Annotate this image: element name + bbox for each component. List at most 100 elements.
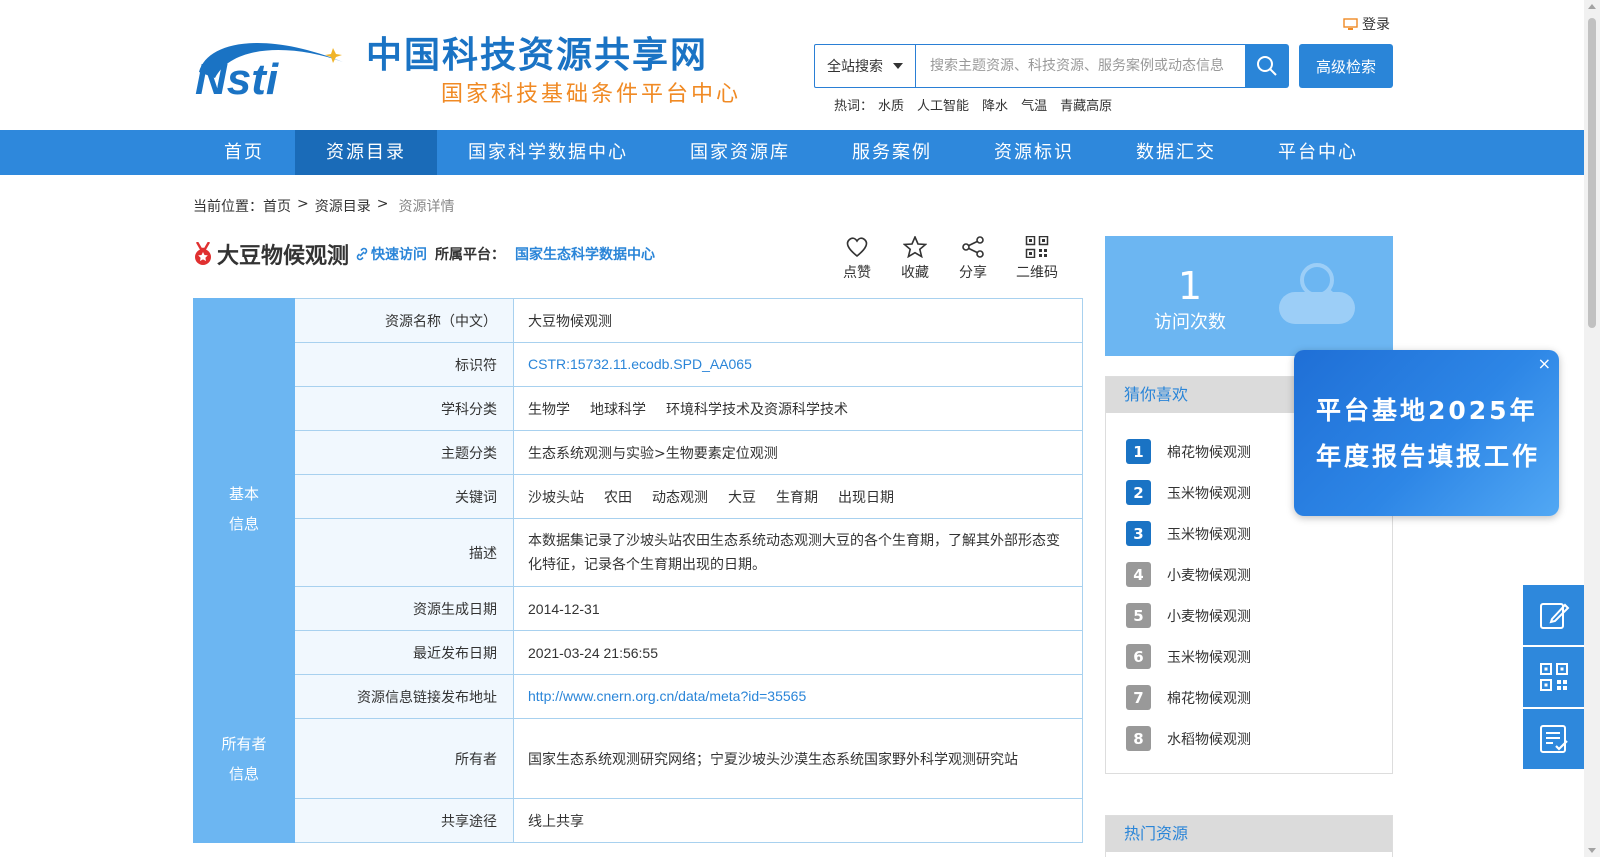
table-row: 资源生成日期 2014-12-31 <box>194 586 1083 631</box>
keyword-tag: 大豆 <box>728 489 756 506</box>
owner-value: 国家生态系统观测研究网络；宁夏沙坡头沙漠生态系统国家野外科学观测研究站 <box>513 718 1083 799</box>
announcement-popup[interactable]: × 平台基地2025年年度报告填报工作 <box>1294 350 1559 516</box>
resource-url-link[interactable]: http://www.cnern.org.cn/data/meta?id=355… <box>528 688 806 704</box>
list-item[interactable]: 4 小麦物候观测 <box>1126 554 1392 595</box>
keyword-tag: 沙坡头站 <box>528 489 584 506</box>
list-item[interactable]: 7 棉花物候观测 <box>1126 677 1392 718</box>
close-icon[interactable]: × <box>1538 354 1551 373</box>
rank-badge: 2 <box>1126 480 1151 505</box>
list-item-label: 水稻物候观测 <box>1167 731 1251 748</box>
search-button[interactable] <box>1245 44 1289 88</box>
rank-badge: 7 <box>1126 685 1151 710</box>
resource-title: 大豆物候观测 <box>217 244 350 269</box>
advanced-search-button[interactable]: 高级检索 <box>1299 44 1393 88</box>
logo-text: Nsti <box>195 55 279 98</box>
nav-item-resource-bank[interactable]: 国家资源库 <box>659 130 821 175</box>
scrollbar-thumb[interactable] <box>1588 18 1596 328</box>
list-item-label: 玉米物候观测 <box>1167 526 1251 543</box>
quick-access-link[interactable]: 快速访问 <box>355 244 427 264</box>
visit-count: 1 <box>1177 264 1203 308</box>
share-icon <box>962 236 984 258</box>
nav-item-home[interactable]: 首页 <box>193 130 295 175</box>
nav-item-catalog[interactable]: 资源目录 <box>295 130 437 175</box>
row-label: 学科分类 <box>294 386 514 431</box>
identifier-link[interactable]: CSTR:15732.11.ecodb.SPD_AA065 <box>528 356 752 372</box>
keyword-tag: 生育期 <box>776 489 818 506</box>
table-row: 最近发布日期 2021-03-24 21:56:55 <box>194 630 1083 675</box>
quick-access-label: 快速访问 <box>371 247 428 263</box>
table-row: 所有者 信息 所有者 国家生态系统观测研究网络；宁夏沙坡头沙漠生态系统国家野外科学… <box>193 718 1083 799</box>
checklist-icon <box>1539 725 1568 753</box>
like-button[interactable]: 点赞 <box>843 236 871 282</box>
nav-item-data-center[interactable]: 国家科学数据中心 <box>437 130 659 175</box>
list-item[interactable]: 6 玉米物候观测 <box>1126 636 1392 677</box>
resource-info-table: 基本 信息 资源名称（中文） 大豆物候观测 标识符 CSTR:15732.11.e… <box>193 298 1083 843</box>
nav-item-platform-center[interactable]: 平台中心 <box>1247 130 1389 175</box>
list-item[interactable]: 8 水稻物候观测 <box>1126 718 1392 759</box>
hot-word[interactable]: 气温 <box>1021 95 1047 114</box>
list-item-label: 玉米物候观测 <box>1167 485 1251 502</box>
row-label: 资源名称（中文） <box>294 298 514 343</box>
nav-item-cases[interactable]: 服务案例 <box>821 130 963 175</box>
share-value: 线上共享 <box>513 798 1083 843</box>
page-scrollbar[interactable] <box>1584 0 1600 857</box>
visit-stats-icon <box>1279 263 1355 324</box>
breadcrumb-link-catalog[interactable]: 资源目录 <box>315 196 371 216</box>
hot-word[interactable]: 降水 <box>982 95 1008 114</box>
table-row: 学科分类 生物学 地球科学 环境科学技术及资源科学技术 <box>194 386 1083 431</box>
breadcrumb-current: 资源详情 <box>398 199 455 215</box>
resource-title-row: 大豆物候观测 快速访问 所属平台： 国家生态科学数据中心 <box>193 238 655 270</box>
table-row: 关键词 沙坡头站 农田 动态观测 大豆 生育期 出现日期 <box>194 474 1083 519</box>
favorite-label: 收藏 <box>901 265 929 281</box>
like-label: 点赞 <box>843 265 871 281</box>
nav-item-identifier[interactable]: 资源标识 <box>963 130 1105 175</box>
row-label: 关键词 <box>294 474 514 519</box>
create-date-value: 2014-12-31 <box>513 586 1083 631</box>
list-item[interactable]: 5 小麦物候观测 <box>1126 595 1392 636</box>
share-label: 分享 <box>959 265 987 281</box>
subject-values: 生物学 地球科学 环境科学技术及资源科学技术 <box>513 386 1083 431</box>
feedback-button[interactable] <box>1523 585 1584 645</box>
list-item-label: 棉花物候观测 <box>1167 690 1251 707</box>
subject-tag: 环境科学技术及资源科学技术 <box>666 401 848 418</box>
hot-word[interactable]: 人工智能 <box>917 95 969 114</box>
scroll-down-icon[interactable] <box>1588 848 1596 853</box>
row-label: 所有者 <box>294 718 514 799</box>
list-item-label: 棉花物候观测 <box>1167 444 1251 461</box>
list-item-label: 玉米物候观测 <box>1167 649 1251 666</box>
site-subtitle: 国家科技基础条件平台中心 <box>441 82 742 107</box>
table-row: 标识符 CSTR:15732.11.ecodb.SPD_AA065 <box>194 342 1083 387</box>
row-label: 共享途径 <box>294 798 514 843</box>
platform-link[interactable]: 国家生态科学数据中心 <box>515 244 655 264</box>
qrcode-float-button[interactable] <box>1523 647 1584 707</box>
nav-item-data-submission[interactable]: 数据汇交 <box>1105 130 1247 175</box>
search-scope-select[interactable]: 全站搜索 <box>815 45 916 87</box>
main-nav: 首页 资源目录 国家科学数据中心 国家资源库 服务案例 资源标识 数据汇交 平台… <box>0 130 1600 175</box>
survey-button[interactable] <box>1523 709 1584 769</box>
monitor-icon <box>1343 17 1358 30</box>
breadcrumb: 当前位置： 首页 > 资源目录 > 资源详情 <box>193 196 454 216</box>
hot-word[interactable]: 青藏高原 <box>1060 95 1112 114</box>
rank-badge: 3 <box>1126 521 1151 546</box>
breadcrumb-label: 当前位置： <box>193 199 263 215</box>
login-link[interactable]: 登录 <box>1343 14 1390 34</box>
rank-badge: 6 <box>1126 644 1151 669</box>
favorite-button[interactable]: 收藏 <box>901 236 929 282</box>
site-logo[interactable]: Nsti <box>193 32 358 98</box>
row-label: 资源生成日期 <box>294 586 514 631</box>
keyword-values: 沙坡头站 农田 动态观测 大豆 生育期 出现日期 <box>513 474 1083 519</box>
search-input[interactable] <box>916 46 1249 86</box>
visit-count-card: 1 访问次数 <box>1105 236 1393 356</box>
table-row: 描述 本数据集记录了沙坡头站农田生态系统动态观测大豆的各个生育期，了解其外部形态… <box>194 518 1083 587</box>
table-row: 资源信息链接发布地址 http://www.cnern.org.cn/data/… <box>194 674 1083 719</box>
list-item[interactable]: 3 玉米物候观测 <box>1126 513 1392 554</box>
share-button[interactable]: 分享 <box>959 236 987 282</box>
qrcode-button[interactable]: 二维码 <box>1016 236 1058 282</box>
search-scope-label: 全站搜索 <box>827 59 883 75</box>
hot-word[interactable]: 水质 <box>878 95 904 114</box>
group-owner-info: 所有者 信息 <box>193 718 295 799</box>
breadcrumb-separator: > <box>376 196 389 212</box>
scroll-up-icon[interactable] <box>1588 4 1596 9</box>
breadcrumb-link-home[interactable]: 首页 <box>263 196 291 216</box>
login-label: 登录 <box>1362 17 1390 33</box>
